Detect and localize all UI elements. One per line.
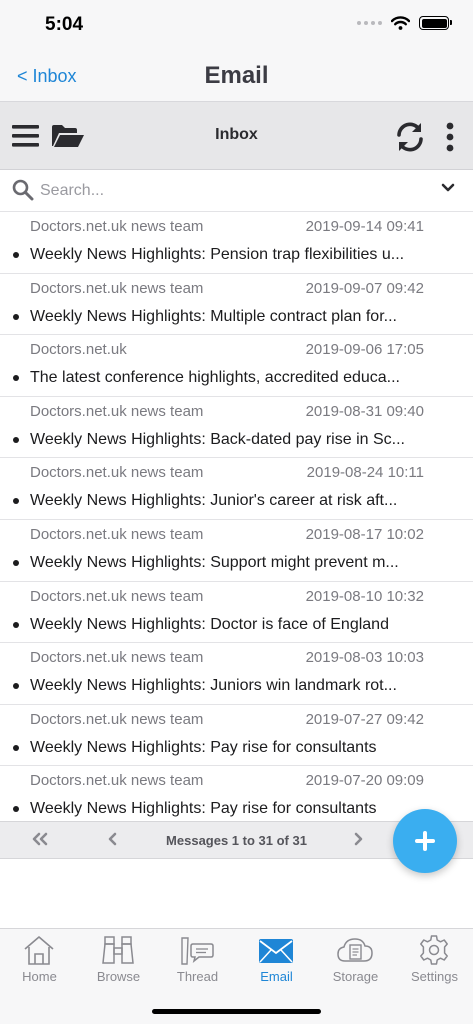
house-icon — [24, 936, 54, 965]
tab-label: Browse — [96, 969, 141, 984]
unread-dot-icon — [13, 498, 19, 505]
search-icon — [12, 179, 34, 201]
email-subject: Weekly News Highlights: Pension trap fle… — [30, 246, 405, 263]
more-options-icon[interactable] — [445, 122, 455, 152]
tab-label: Home — [22, 969, 57, 984]
unread-dot-icon — [13, 375, 19, 382]
email-subject: Weekly News Highlights: Support might pr… — [30, 553, 399, 571]
unread-dot-icon — [13, 744, 19, 751]
status-bar: 5:04 — [0, 0, 473, 50]
chevron-down-icon[interactable] — [441, 183, 455, 193]
compose-button[interactable] — [393, 809, 457, 873]
battery-icon — [419, 16, 452, 30]
email-sender: Doctors.net.uk news team — [30, 464, 204, 482]
unread-dot-icon — [13, 621, 19, 628]
refresh-icon[interactable] — [395, 121, 425, 153]
unread-dot-icon — [13, 559, 19, 566]
tab-label: Email — [260, 969, 293, 984]
email-sender: Doctors.net.uk news team — [30, 587, 204, 605]
email-date: 2019-07-20 09:09 — [305, 772, 424, 790]
status-icons — [357, 16, 452, 30]
email-list-item[interactable]: Doctors.net.uk 2019-09-06 17:05 The late… — [0, 335, 473, 397]
unread-dot-icon — [13, 683, 19, 690]
email-subject: The latest conference highlights, accred… — [30, 369, 400, 387]
email-list-item[interactable]: Doctors.net.uk news team 2019-08-24 10:1… — [0, 458, 473, 520]
email-date: 2019-08-31 09:40 — [305, 402, 424, 420]
email-subject: Weekly News Highlights: Pay rise for con… — [30, 800, 377, 818]
email-date: 2019-08-17 10:02 — [305, 525, 424, 543]
email-list-item[interactable]: Doctors.net.uk news team 2019-08-31 09:4… — [0, 397, 473, 459]
inbox-toolbar: Inbox — [0, 102, 473, 170]
email-subject: Weekly News Highlights: Junior's career … — [30, 492, 398, 510]
email-list: Doctors.net.uk news team 2019-09-14 09:4… — [0, 212, 473, 821]
unread-dot-icon — [13, 313, 19, 320]
tab-storage[interactable]: Storage — [316, 929, 395, 989]
email-list-item[interactable]: Doctors.net.uk news team 2019-08-17 10:0… — [0, 520, 473, 582]
email-date: 2019-08-24 10:11 — [306, 464, 424, 482]
tab-home[interactable]: Home — [0, 929, 79, 989]
email-date: 2019-09-14 09:41 — [305, 218, 424, 235]
next-page-icon[interactable] — [352, 832, 364, 846]
email-list-item[interactable]: Doctors.net.uk news team 2019-07-20 09:0… — [0, 766, 473, 821]
cloud-storage-icon — [337, 938, 373, 962]
page-title: Email — [204, 62, 269, 89]
wifi-icon — [391, 16, 410, 30]
email-date: 2019-08-10 10:32 — [305, 587, 424, 605]
email-sender: Doctors.net.uk news team — [30, 710, 204, 728]
unread-dot-icon — [13, 252, 19, 258]
unread-dot-icon — [13, 806, 19, 813]
email-list-item[interactable]: Doctors.net.uk news team 2019-09-14 09:4… — [0, 212, 473, 274]
email-subject: Weekly News Highlights: Back-dated pay r… — [30, 430, 405, 448]
gear-icon — [420, 935, 448, 965]
tab-label: Storage — [332, 969, 379, 984]
email-list-item[interactable]: Doctors.net.uk news team 2019-09-07 09:4… — [0, 274, 473, 336]
email-date: 2019-09-07 09:42 — [305, 279, 424, 297]
email-subject: Weekly News Highlights: Doctor is face o… — [30, 615, 389, 633]
tab-bar: Home Browse Thread Email Storage Setting… — [0, 928, 473, 1024]
binoculars-icon — [102, 936, 134, 964]
tab-email[interactable]: Email — [237, 929, 316, 989]
email-sender: Doctors.net.uk news team — [30, 772, 204, 790]
unread-dot-icon — [13, 436, 19, 443]
tab-label: Thread — [176, 969, 219, 984]
nav-bar: < Inbox Email — [0, 50, 473, 102]
search-input[interactable] — [40, 176, 420, 206]
email-list-item[interactable]: Doctors.net.uk news team 2019-07-27 09:4… — [0, 705, 473, 767]
email-sender: Doctors.net.uk — [30, 341, 127, 359]
email-subject: Weekly News Highlights: Multiple contrac… — [30, 307, 397, 325]
email-list-item[interactable]: Doctors.net.uk news team 2019-08-10 10:3… — [0, 582, 473, 644]
search-bar — [0, 170, 473, 212]
envelope-icon — [259, 939, 293, 963]
home-indicator — [152, 1009, 321, 1014]
status-time: 5:04 — [45, 14, 84, 35]
email-date: 2019-09-06 17:05 — [305, 341, 424, 359]
signal-icon — [357, 21, 382, 25]
email-sender: Doctors.net.uk news team — [30, 402, 204, 420]
email-sender: Doctors.net.uk news team — [30, 279, 204, 297]
email-sender: Doctors.net.uk news team — [30, 525, 204, 543]
tab-thread[interactable]: Thread — [158, 929, 237, 989]
email-list-item[interactable]: Doctors.net.uk news team 2019-08-03 10:0… — [0, 643, 473, 705]
email-date: 2019-08-03 10:03 — [305, 649, 424, 667]
tab-browse[interactable]: Browse — [79, 929, 158, 989]
email-date: 2019-07-27 09:42 — [305, 710, 424, 728]
email-subject: Weekly News Highlights: Juniors win land… — [30, 677, 397, 695]
thread-icon — [181, 937, 214, 965]
email-sender: Doctors.net.uk news team — [30, 649, 204, 667]
email-sender: Doctors.net.uk news team — [30, 218, 204, 235]
tab-label: Settings — [411, 969, 458, 984]
email-subject: Weekly News Highlights: Pay rise for con… — [30, 738, 377, 756]
tab-settings[interactable]: Settings — [395, 929, 473, 989]
